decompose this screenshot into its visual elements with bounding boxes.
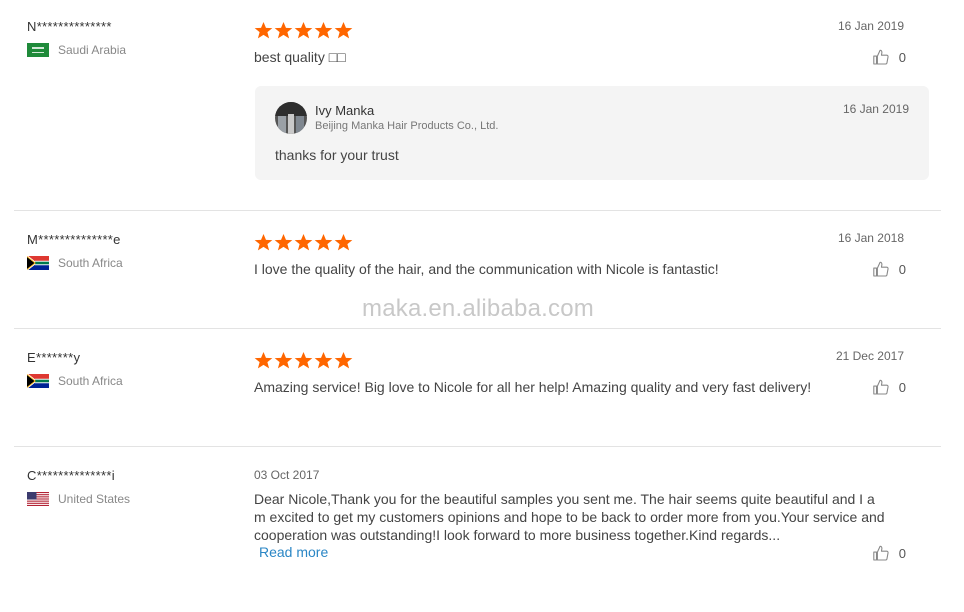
- seller-reply: Ivy Manka Beijing Manka Hair Products Co…: [255, 86, 929, 180]
- divider: [14, 210, 941, 211]
- reviewer: N************** Saudi Arabia: [27, 19, 126, 57]
- star-icon: [314, 233, 333, 251]
- like-count: 0: [898, 261, 906, 277]
- star-icon: [334, 351, 353, 369]
- watermark: maka.en.alibaba.com: [362, 295, 594, 322]
- thumbs-up-icon: [873, 379, 889, 395]
- reply-text: thanks for your trust: [275, 147, 399, 163]
- like-count: 0: [898, 545, 906, 561]
- south-africa-flag-icon: [27, 256, 49, 270]
- star-icon: [254, 351, 273, 369]
- star-icon: [334, 233, 353, 251]
- review-text-line: m excited to get my customers opinions a…: [254, 509, 885, 525]
- reviewer-name: E*******y: [27, 350, 81, 365]
- seller-avatar: [275, 102, 307, 134]
- star-icon: [254, 233, 273, 251]
- review-text-line: cooperation was outstanding!I look forwa…: [254, 527, 781, 543]
- star-icon: [334, 21, 353, 39]
- review-text: best quality □□: [254, 49, 346, 65]
- divider: [14, 446, 941, 447]
- seller-company: Beijing Manka Hair Products Co., Ltd.: [315, 120, 499, 132]
- like-count: 0: [898, 379, 906, 395]
- star-icon: [314, 21, 333, 39]
- country-name: South Africa: [58, 256, 123, 270]
- rating-stars: [254, 351, 354, 370]
- review-text: Dear Nicole,Thank you for the beautiful …: [254, 490, 885, 544]
- review-text: Amazing service! Big love to Nicole for …: [254, 379, 812, 395]
- thumbs-up-icon: [873, 261, 889, 277]
- reviewer-name: M**************e: [27, 232, 121, 247]
- reviewer-country: United States: [27, 492, 130, 506]
- read-more-link[interactable]: Read more: [259, 544, 328, 560]
- reviewer-name: C**************i: [27, 468, 115, 483]
- star-icon: [274, 351, 293, 369]
- review-text-line: Dear Nicole,Thank you for the beautiful …: [254, 491, 875, 507]
- reply-date: 16 Jan 2019: [842, 102, 909, 116]
- south-africa-flag-icon: [27, 374, 49, 388]
- star-icon: [294, 351, 313, 369]
- star-icon: [274, 21, 293, 39]
- seller-name: Ivy Manka: [315, 103, 375, 118]
- like-button[interactable]: 0: [872, 378, 906, 396]
- country-name: South Africa: [58, 374, 123, 388]
- star-icon: [294, 233, 313, 251]
- saudi-arabia-flag-icon: [27, 43, 49, 57]
- reviewer-name: N**************: [27, 19, 112, 34]
- reviewer: M**************e South Africa: [27, 232, 123, 270]
- star-icon: [274, 233, 293, 251]
- reviewer: C**************i United States: [27, 468, 130, 506]
- like-button[interactable]: 0: [872, 48, 906, 66]
- thumbs-up-icon: [873, 545, 889, 561]
- united-states-flag-icon: [27, 492, 49, 506]
- like-button[interactable]: 0: [872, 260, 906, 278]
- country-name: Saudi Arabia: [58, 43, 127, 57]
- star-icon: [254, 21, 273, 39]
- reviewer-country: South Africa: [27, 256, 123, 270]
- thumbs-up-icon: [873, 49, 889, 65]
- like-button[interactable]: 0: [872, 544, 906, 562]
- review-date: 16 Jan 2018: [837, 231, 904, 245]
- reviewer-country: South Africa: [27, 374, 123, 388]
- review-date: 16 Jan 2019: [837, 19, 904, 33]
- review-date: 03 Oct 2017: [254, 468, 320, 482]
- rating-stars: [254, 233, 354, 252]
- reviewer-country: Saudi Arabia: [27, 43, 126, 57]
- divider: [14, 328, 941, 329]
- review-text: I love the quality of the hair, and the …: [254, 261, 719, 277]
- country-name: United States: [58, 492, 131, 506]
- like-count: 0: [898, 49, 906, 65]
- rating-stars: [254, 21, 354, 40]
- reviewer: E*******y South Africa: [27, 350, 123, 388]
- star-icon: [314, 351, 333, 369]
- star-icon: [294, 21, 313, 39]
- review-date: 21 Dec 2017: [835, 349, 904, 363]
